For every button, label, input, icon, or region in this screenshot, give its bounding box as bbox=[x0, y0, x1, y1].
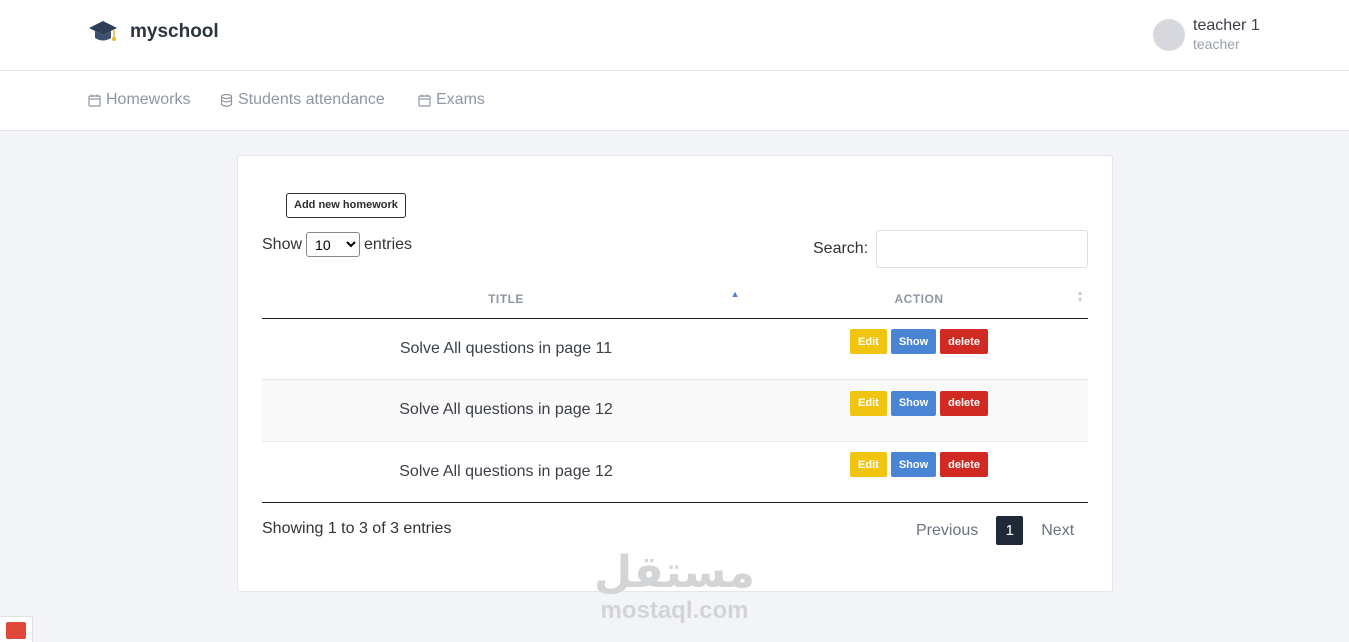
homeworks-table: TITLE ▲ ACTION ▲ ▼ Solve All questions in… bbox=[262, 281, 1088, 503]
brand-name: myschool bbox=[130, 21, 219, 42]
current-page-button[interactable]: 1 bbox=[996, 516, 1024, 545]
search-label: Search: bbox=[813, 240, 869, 257]
nav-label: Homeworks bbox=[106, 91, 191, 108]
nav-label: Students attendance bbox=[238, 91, 385, 108]
show-button[interactable]: Show bbox=[890, 329, 937, 355]
nav-item-exams[interactable]: Exams bbox=[418, 91, 485, 109]
next-page-link[interactable]: Next bbox=[1023, 522, 1092, 540]
nav-bar: Homeworks Students attendance Exams bbox=[0, 71, 1349, 131]
entries-select[interactable]: 10 bbox=[306, 232, 361, 257]
table-row: Solve All questions in page 11 Edit Show… bbox=[262, 318, 1088, 380]
sort-icon: ▲ ▼ bbox=[1076, 290, 1084, 304]
watermark-latin: mostaql.com bbox=[600, 597, 749, 624]
user-name: teacher 1 bbox=[1193, 17, 1260, 34]
column-header-title[interactable]: TITLE ▲ bbox=[262, 281, 750, 319]
edit-button[interactable]: Edit bbox=[850, 329, 887, 355]
edit-button[interactable]: Edit bbox=[850, 390, 887, 416]
calendar-icon bbox=[88, 94, 101, 107]
brand[interactable]: myschool bbox=[88, 18, 219, 46]
column-header-action[interactable]: ACTION ▲ ▼ bbox=[750, 281, 1088, 319]
previous-page-link[interactable]: Previous bbox=[898, 522, 996, 540]
nav-item-homeworks[interactable]: Homeworks bbox=[88, 91, 190, 109]
pagination: Previous 1 Next bbox=[898, 516, 1092, 545]
show-button[interactable]: Show bbox=[890, 452, 937, 478]
sort-asc-icon: ▲ bbox=[730, 289, 740, 299]
edit-button[interactable]: Edit bbox=[850, 452, 887, 478]
search-input[interactable] bbox=[876, 230, 1089, 268]
table-row: Solve All questions in page 12 Edit Show… bbox=[262, 440, 1088, 503]
top-header: myschool teacher 1 teacher bbox=[0, 0, 1349, 71]
row-actions: Edit Show delete bbox=[750, 318, 1088, 380]
calendar-icon bbox=[418, 94, 431, 107]
row-title: Solve All questions in page 12 bbox=[262, 440, 750, 503]
database-icon bbox=[220, 93, 233, 107]
watermark: مستقل mostaql.com bbox=[592, 548, 757, 624]
length-suffix: entries bbox=[364, 235, 413, 253]
corner-widget[interactable] bbox=[0, 616, 33, 642]
table-row: Solve All questions in page 12 Edit Show… bbox=[262, 379, 1088, 441]
avatar bbox=[1153, 19, 1185, 51]
homeworks-card: Add new homework Show 10 entries Search:… bbox=[237, 155, 1113, 592]
watermark-arabic: مستقل bbox=[594, 547, 755, 598]
nav-label: Exams bbox=[436, 91, 485, 108]
table-info: Showing 1 to 3 of 3 entries bbox=[262, 520, 452, 537]
graduation-cap-icon bbox=[89, 21, 117, 41]
show-button[interactable]: Show bbox=[890, 390, 937, 416]
user-menu[interactable]: teacher 1 teacher bbox=[1153, 16, 1260, 53]
add-homework-button[interactable]: Add new homework bbox=[286, 193, 406, 218]
column-label: TITLE bbox=[488, 292, 524, 307]
length-prefix: Show bbox=[262, 235, 303, 253]
row-title: Solve All questions in page 11 bbox=[399, 339, 613, 357]
search-box: Search: bbox=[813, 230, 1089, 268]
entries-length: Show 10 entries bbox=[262, 232, 412, 257]
nav-item-students-attendance[interactable]: Students attendance bbox=[220, 91, 385, 109]
delete-button[interactable]: delete bbox=[940, 329, 988, 355]
column-label: ACTION bbox=[894, 292, 944, 307]
row-title: Solve All questions in page 12 bbox=[262, 379, 750, 441]
user-role: teacher bbox=[1193, 36, 1240, 52]
row-actions: Edit Show delete bbox=[750, 440, 1088, 503]
delete-button[interactable]: delete bbox=[940, 452, 988, 478]
app-badge-icon bbox=[6, 622, 26, 639]
delete-button[interactable]: delete bbox=[940, 390, 988, 416]
row-actions: Edit Show delete bbox=[750, 379, 1088, 441]
